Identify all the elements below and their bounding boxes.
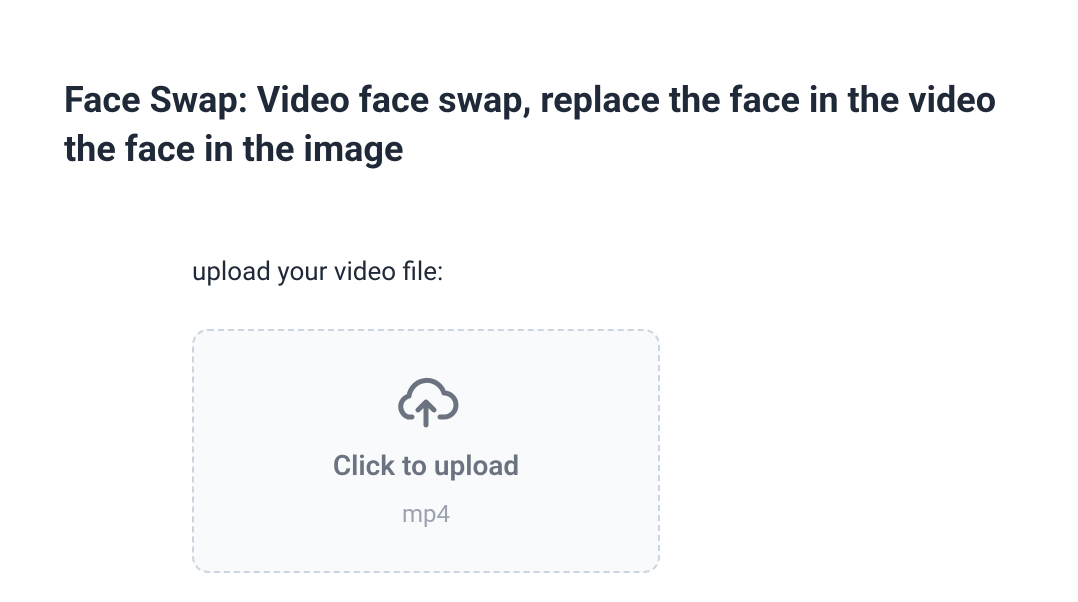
upload-dropzone[interactable]: Click to upload mp4 (192, 329, 660, 573)
upload-label: upload your video file: (192, 257, 1014, 287)
cloud-upload-icon (392, 375, 460, 431)
page-title: Face Swap: Video face swap, replace the … (64, 76, 1014, 173)
upload-primary-text: Click to upload (333, 449, 519, 482)
main-container: Face Swap: Video face swap, replace the … (0, 0, 1078, 573)
upload-section: upload your video file: Click to upload … (192, 257, 1014, 573)
upload-format-text: mp4 (402, 500, 450, 528)
